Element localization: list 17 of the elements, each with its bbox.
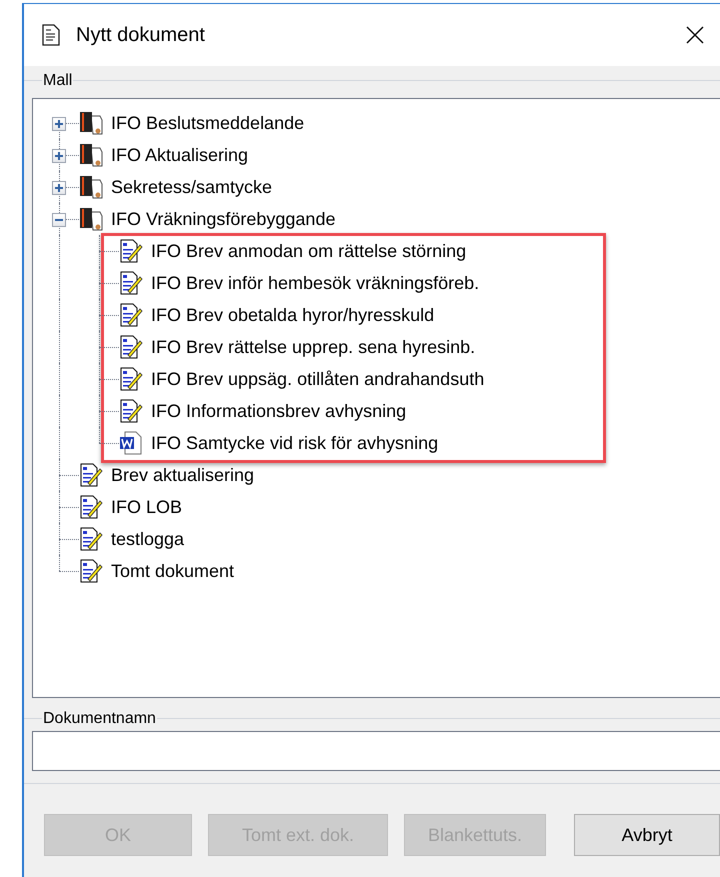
tree-item[interactable]: IFO Brev uppsäg. otillåten andrahandsuth — [151, 366, 484, 392]
tree-item[interactable]: IFO Informationsbrev avhysning — [151, 398, 406, 424]
tree-item[interactable]: testlogga — [111, 526, 184, 552]
window-title: Nytt dokument — [76, 23, 205, 48]
dialog-button[interactable]: Avbryt — [574, 814, 720, 856]
tree-item[interactable]: IFO Samtycke vid risk för avhysning — [151, 430, 438, 456]
tree-item[interactable]: IFO Brev rättelse upprep. sena hyresinb. — [151, 334, 476, 360]
tree-item[interactable]: IFO Brev obetalda hyror/hyresskuld — [151, 302, 434, 328]
tree-item[interactable]: IFO Beslutsmeddelande — [111, 110, 304, 136]
tree-item[interactable]: IFO LOB — [111, 494, 182, 520]
tree-item[interactable]: IFO Brev inför hembesök vräkningsföreb. — [151, 270, 480, 296]
tree-item[interactable]: IFO Vräkningsförebyggande — [111, 206, 336, 232]
tree-item[interactable]: Sekretess/samtycke — [111, 174, 272, 200]
tree-item[interactable]: Tomt dokument — [111, 558, 234, 584]
tree-item[interactable]: IFO Aktualisering — [111, 142, 248, 168]
tree-item[interactable]: Brev aktualisering — [111, 462, 254, 488]
tree-item[interactable]: IFO Brev anmodan om rättelse störning — [151, 238, 466, 264]
